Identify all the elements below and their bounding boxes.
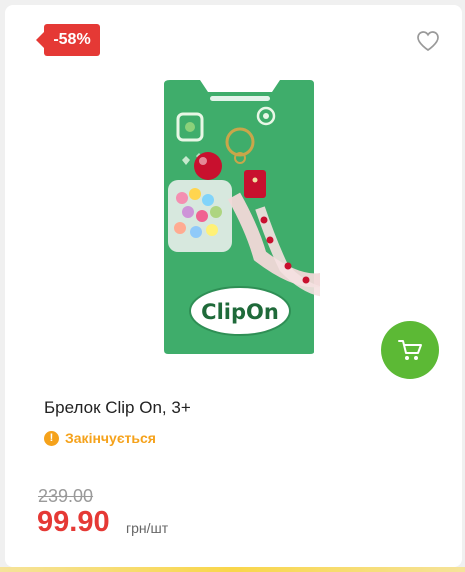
favorite-button[interactable]	[416, 30, 440, 52]
bottom-divider	[0, 567, 465, 572]
product-image[interactable]: ClipOn	[160, 78, 331, 354]
product-title[interactable]: Брелок Clip On, 3+	[44, 398, 191, 418]
status-label: Закінчується	[65, 430, 156, 446]
old-price: 239.00	[38, 486, 94, 506]
current-price: 99.90	[37, 506, 110, 538]
exclamation-icon: !	[44, 430, 59, 446]
discount-badge: -58%	[36, 24, 100, 56]
availability-status: ! Закінчується	[44, 430, 156, 446]
discount-label: -58%	[53, 31, 91, 48]
svg-text:ClipOn: ClipOn	[201, 300, 279, 324]
keychain-package-image: ClipOn	[164, 80, 331, 354]
cart-icon	[398, 340, 422, 360]
price-unit: грн/шт	[126, 520, 169, 536]
heart-icon	[417, 31, 439, 52]
add-to-cart-button[interactable]	[381, 321, 439, 379]
